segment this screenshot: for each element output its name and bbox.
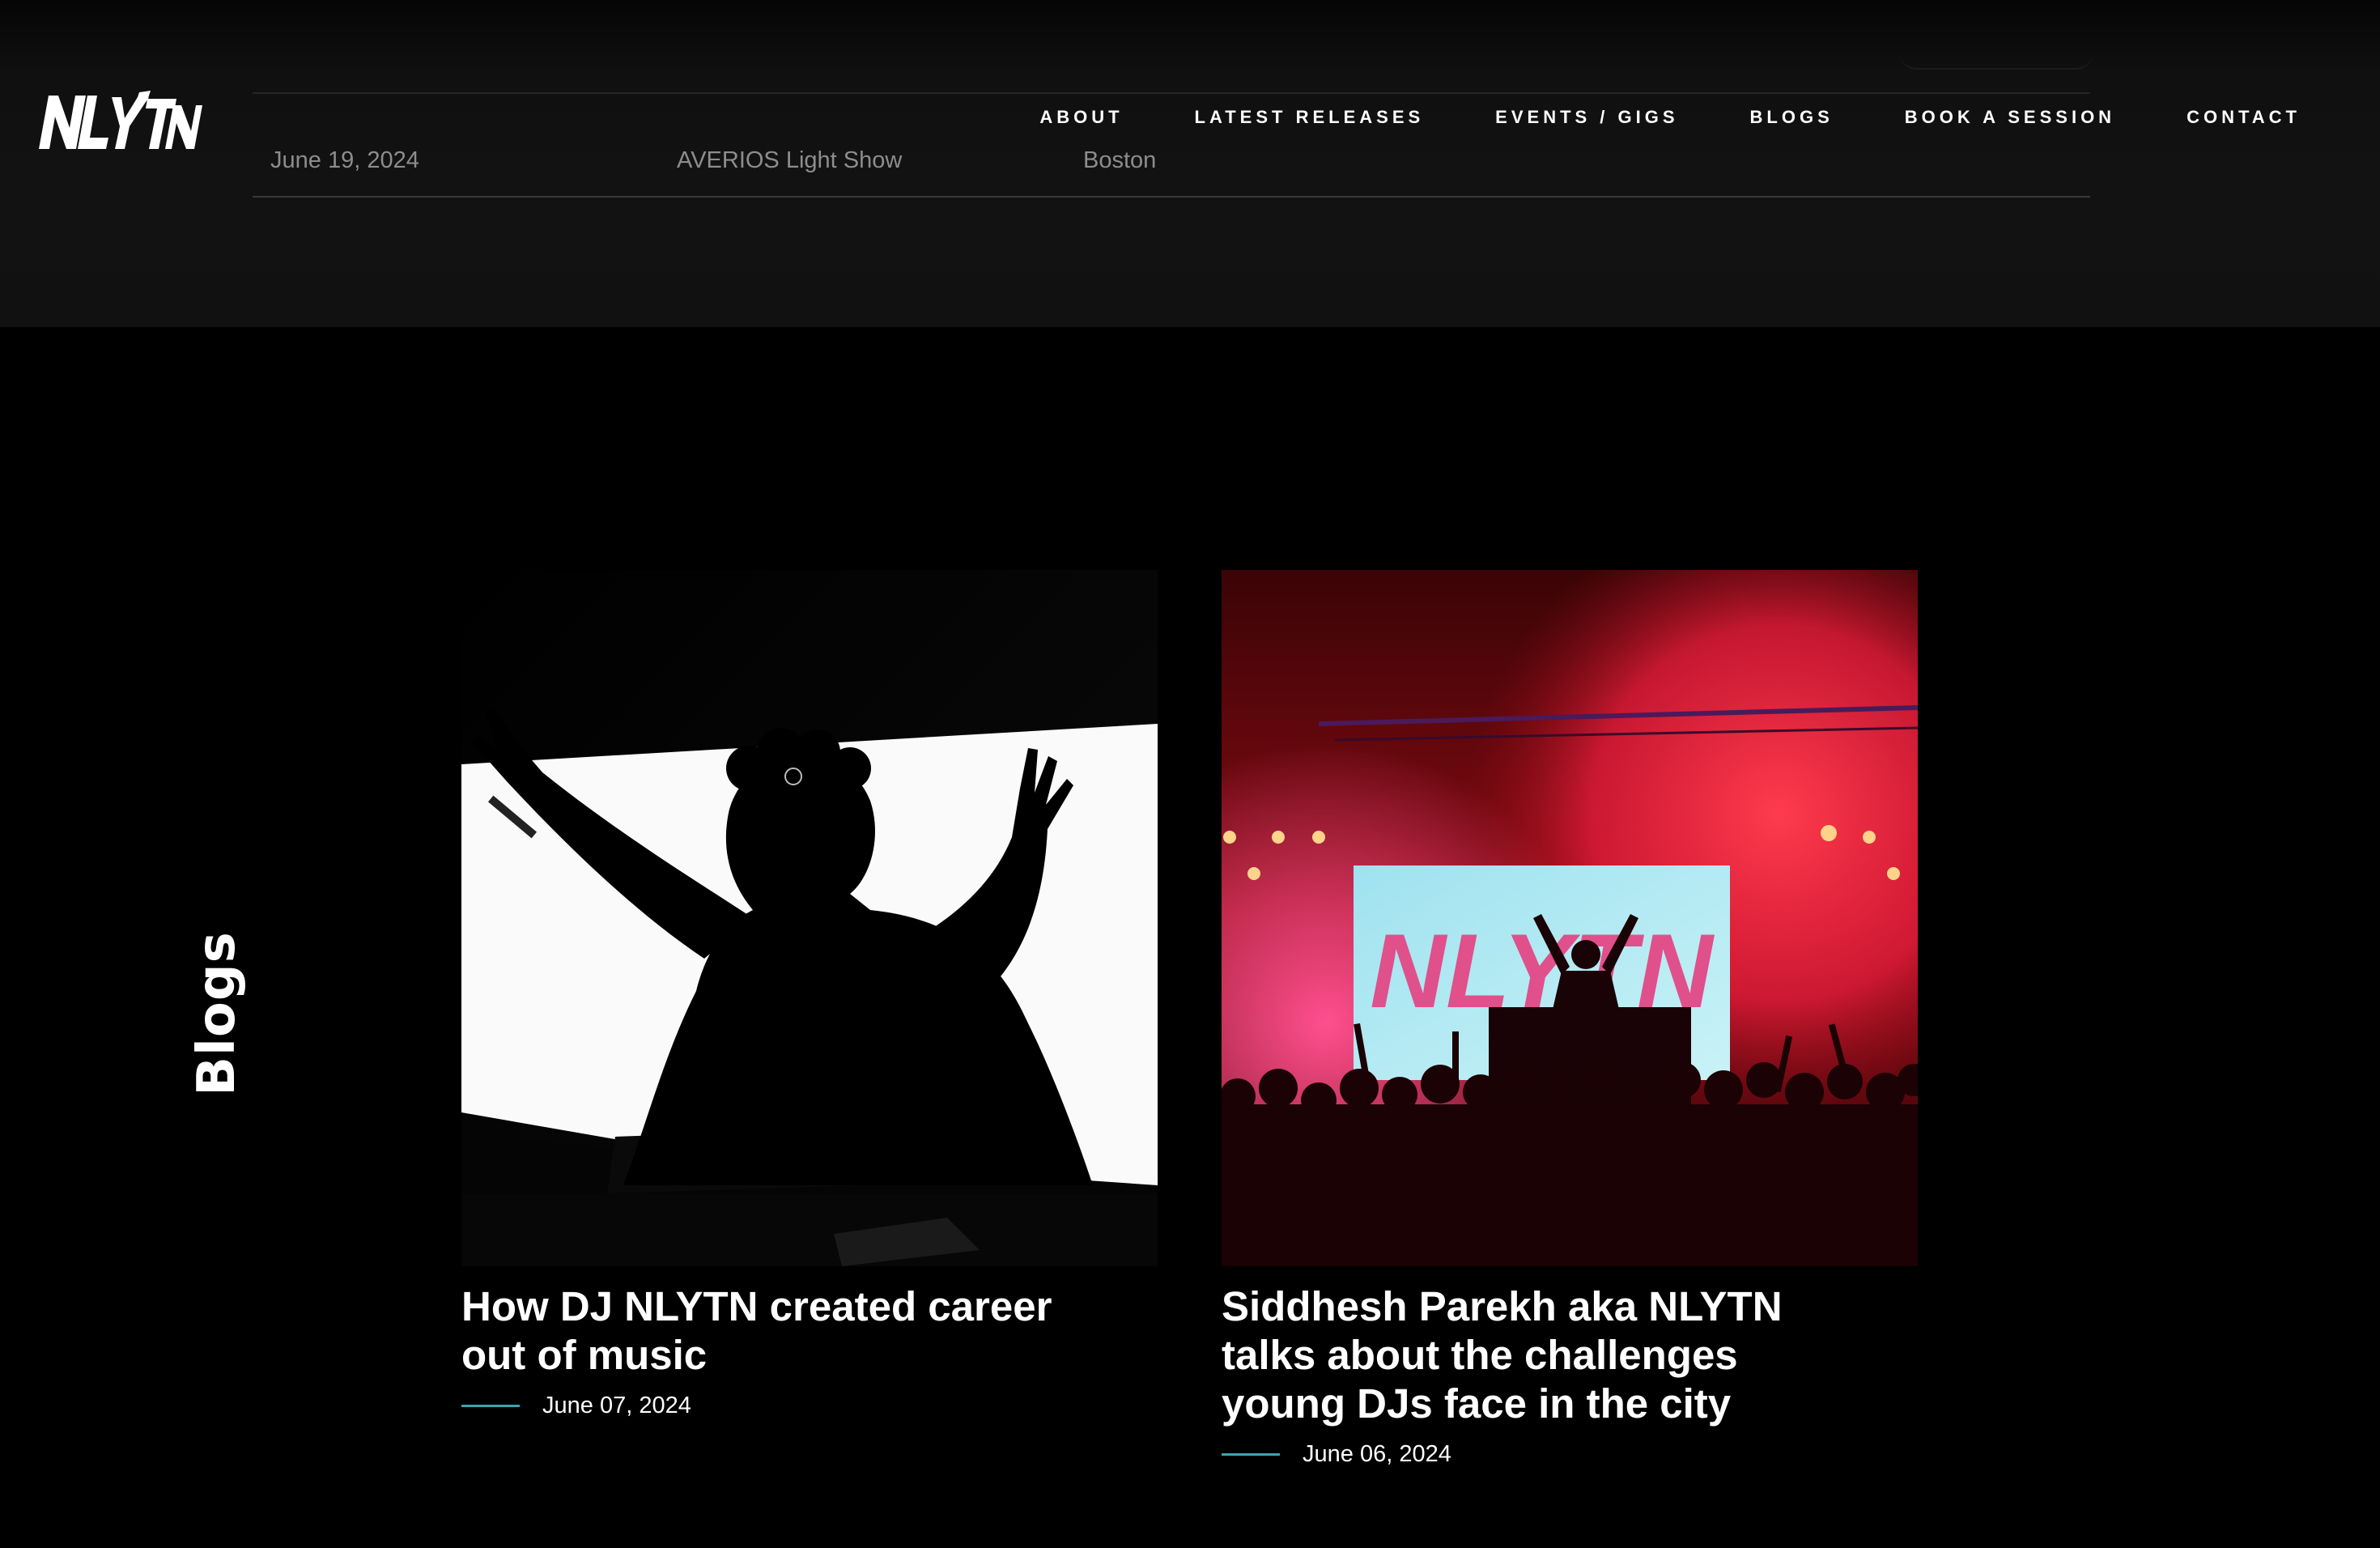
blog-card[interactable]: NLYTN Siddhesh Parekh aka NLYTN talks ab… (1222, 570, 1918, 1468)
section-heading: Blogs (187, 931, 247, 1096)
nav-book-a-session[interactable]: BOOK A SESSION (1905, 107, 2115, 128)
main-nav: ABOUT LATEST RELEASES EVENTS / GIGS BLOG… (1039, 107, 2301, 128)
nav-events-gigs[interactable]: EVENTS / GIGS (1495, 107, 1678, 128)
site-header: ABOUT LATEST RELEASES EVENTS / GIGS BLOG… (0, 0, 2380, 170)
dj-silhouette-image (461, 570, 1158, 1266)
page: June 19, 2024 AVERIOS Light Show Boston (0, 0, 2380, 1548)
nav-latest-releases[interactable]: LATEST RELEASES (1195, 107, 1425, 128)
blog-card[interactable]: How DJ NLYTN created career out of music… (461, 570, 1158, 1419)
nav-about[interactable]: ABOUT (1039, 107, 1123, 128)
blog-meta: June 06, 2024 (1222, 1441, 1918, 1468)
date-accent-line (461, 1405, 520, 1407)
concert-crowd-image: NLYTN (1222, 570, 1918, 1266)
nav-blogs[interactable]: BLOGS (1750, 107, 1834, 128)
blog-date: June 06, 2024 (1303, 1441, 1451, 1467)
date-accent-line (1222, 1453, 1280, 1456)
blog-thumbnail-concert[interactable]: NLYTN (1222, 570, 1918, 1266)
blog-date: June 07, 2024 (542, 1393, 691, 1418)
blog-title[interactable]: Siddhesh Parekh aka NLYTN talks about th… (1222, 1282, 1869, 1428)
nav-contact[interactable]: CONTACT (2187, 107, 2301, 128)
nlytn-logo-icon (39, 91, 202, 149)
blog-meta: June 07, 2024 (461, 1393, 1158, 1419)
blog-thumbnail-dj-silhouette[interactable] (461, 570, 1158, 1266)
blog-title[interactable]: How DJ NLYTN created career out of music (461, 1282, 1109, 1380)
site-logo[interactable] (37, 91, 202, 152)
